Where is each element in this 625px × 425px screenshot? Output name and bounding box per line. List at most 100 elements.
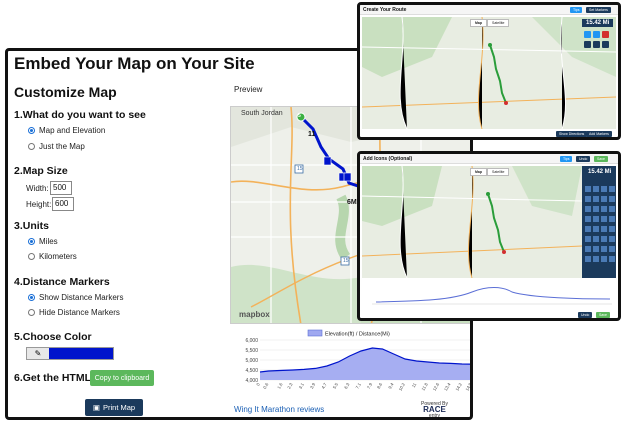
radio-miles[interactable]: [28, 238, 35, 245]
icons-distance: 15.42 Mi: [584, 168, 616, 176]
option-label: Just the Map: [39, 142, 85, 151]
icons-map-tabs[interactable]: Map Satellite: [470, 168, 510, 176]
x-tick-label: 14.2: [454, 381, 463, 391]
x-tick-label: 0.6: [262, 381, 270, 389]
preview-label: Preview: [234, 85, 263, 94]
x-tick-label: 11: [411, 381, 418, 388]
powered-by: Powered By RACE entry: [421, 401, 448, 417]
y-tick-label: 5,000: [245, 358, 258, 364]
legend-label: Elevation(ft) / Distance(Mi): [325, 332, 390, 338]
radio-map-elevation[interactable]: [28, 127, 35, 134]
width-label: Width:: [26, 184, 49, 193]
height-input[interactable]: 600: [52, 197, 74, 211]
route-map-tabs[interactable]: Map Satellite: [470, 19, 510, 27]
option-just-map[interactable]: Just the Map: [28, 142, 85, 151]
section-units-title: 3.Units: [14, 220, 50, 232]
legend-swatch: [307, 329, 323, 337]
stage: Embed Your Map on Your Site Customize Ma…: [0, 0, 625, 425]
y-tick-label: 6,000: [245, 338, 258, 344]
add-icons-panel: Add Icons (Optional) Tips Undo Save Map …: [357, 151, 621, 321]
undo-icon[interactable]: [584, 31, 591, 38]
mapbox-logo: mapbox: [239, 310, 270, 319]
x-tick-label: 7.1: [355, 381, 363, 389]
section-size-title: 2.Map Size: [14, 165, 68, 177]
map-label-hw2: 15: [343, 258, 349, 264]
printer-icon: ▣: [92, 403, 100, 412]
add-markers-button[interactable]: Add Markers: [586, 131, 612, 137]
print-map-button[interactable]: ▣ Print Map: [85, 399, 143, 416]
option-map-elevation[interactable]: Map and Elevation: [28, 126, 105, 135]
x-tick-label: 7.9: [366, 381, 374, 389]
option-hide-markers[interactable]: Hide Distance Markers: [28, 308, 120, 317]
section-color-title: 5.Choose Color: [14, 331, 92, 343]
eyedropper-icon[interactable]: ✎: [27, 348, 49, 359]
tips-button[interactable]: Tips: [570, 7, 583, 13]
save-button[interactable]: Save: [594, 156, 608, 162]
map-label-marker-b: 6M: [347, 199, 357, 206]
redo-icon[interactable]: [593, 31, 600, 38]
tab-map[interactable]: Map: [470, 19, 487, 27]
mini-elevation-chart: [362, 280, 616, 308]
x-tick-label: 0: [255, 381, 261, 386]
loop-icon[interactable]: [584, 41, 591, 48]
width-input[interactable]: 500: [50, 181, 72, 195]
set-markers-button[interactable]: Set Markers: [586, 7, 611, 13]
undo-button[interactable]: Undo: [576, 156, 591, 162]
route-map-svg: [362, 17, 616, 129]
tips-button[interactable]: Tips: [560, 156, 573, 162]
print-label: Print Map: [102, 403, 136, 412]
option-kilometers[interactable]: Kilometers: [28, 252, 77, 261]
elevation-svg: Elevation(ft) / Distance(Mi) 6,000 5,500 5,…: [245, 329, 473, 392]
tab-map[interactable]: Map: [470, 168, 487, 176]
route-map[interactable]: [362, 17, 616, 129]
customize-heading: Customize Map: [14, 84, 117, 100]
x-tick-label: 8.6: [376, 381, 384, 389]
create-route-panel: Create Your Route Tips Set Markers Map S…: [357, 2, 621, 140]
page-title: Embed Your Map on Your Site: [14, 54, 255, 73]
save-bottom-button[interactable]: Save: [596, 312, 610, 318]
radio-hide-markers[interactable]: [28, 309, 35, 316]
tab-satellite[interactable]: Satellite: [487, 19, 510, 27]
x-tick-label: 11.8: [420, 381, 429, 391]
x-tick-label: 14.9: [464, 381, 473, 391]
x-tick-label: 3.9: [309, 381, 317, 389]
x-tick-label: 3.1: [298, 381, 306, 389]
x-tick-label: 13.4: [443, 381, 452, 391]
color-picker[interactable]: ✎: [26, 347, 114, 360]
route-distance: 15.42 Mi: [582, 19, 614, 27]
reverse-icon[interactable]: [593, 41, 600, 48]
icons-map[interactable]: [362, 166, 616, 278]
radio-show-markers[interactable]: [28, 294, 35, 301]
section-html-title: 6.Get the HTML:: [14, 372, 95, 384]
color-fill[interactable]: [49, 348, 113, 359]
x-tick-label: 10.2: [397, 381, 406, 391]
copy-to-clipboard-button[interactable]: Copy to clipboard: [90, 370, 154, 386]
tab-satellite[interactable]: Satellite: [487, 168, 510, 176]
show-directions-button[interactable]: Show Directions: [556, 131, 588, 137]
x-tick-label: 5.5: [332, 381, 340, 389]
option-label: Hide Distance Markers: [39, 308, 120, 317]
icons-map-svg: [362, 166, 616, 278]
elevation-chart: Elevation(ft) / Distance(Mi) 6,000 5,500 5,…: [230, 328, 473, 398]
y-tick-label: 5,500: [245, 348, 258, 354]
route-tool-icon[interactable]: [602, 41, 609, 48]
map-label-hw1: 15: [297, 166, 303, 172]
radio-kilometers[interactable]: [28, 253, 35, 260]
elevation-area: [260, 348, 470, 380]
x-tick-label: 4.7: [320, 381, 328, 389]
option-miles[interactable]: Miles: [28, 237, 58, 246]
radio-just-map[interactable]: [28, 143, 35, 150]
section-what-title: 1.What do you want to see: [14, 109, 146, 121]
map-label-marker-start: 5: [298, 113, 301, 119]
delete-icon[interactable]: [602, 31, 609, 38]
x-tick-label: 1.6: [276, 381, 284, 389]
reviews-link[interactable]: Wing It Marathon reviews: [234, 405, 324, 414]
map-label-marker-a: 11: [308, 131, 316, 138]
map-label-city: South Jordan: [241, 110, 283, 117]
y-tick-label: 4,500: [245, 368, 258, 374]
undo-bottom-button[interactable]: Undo: [578, 312, 593, 318]
x-tick-label: 2.3: [286, 381, 294, 389]
option-show-markers[interactable]: Show Distance Markers: [28, 293, 123, 302]
mini-elevation-svg: [372, 287, 612, 305]
option-label: Show Distance Markers: [39, 293, 124, 302]
